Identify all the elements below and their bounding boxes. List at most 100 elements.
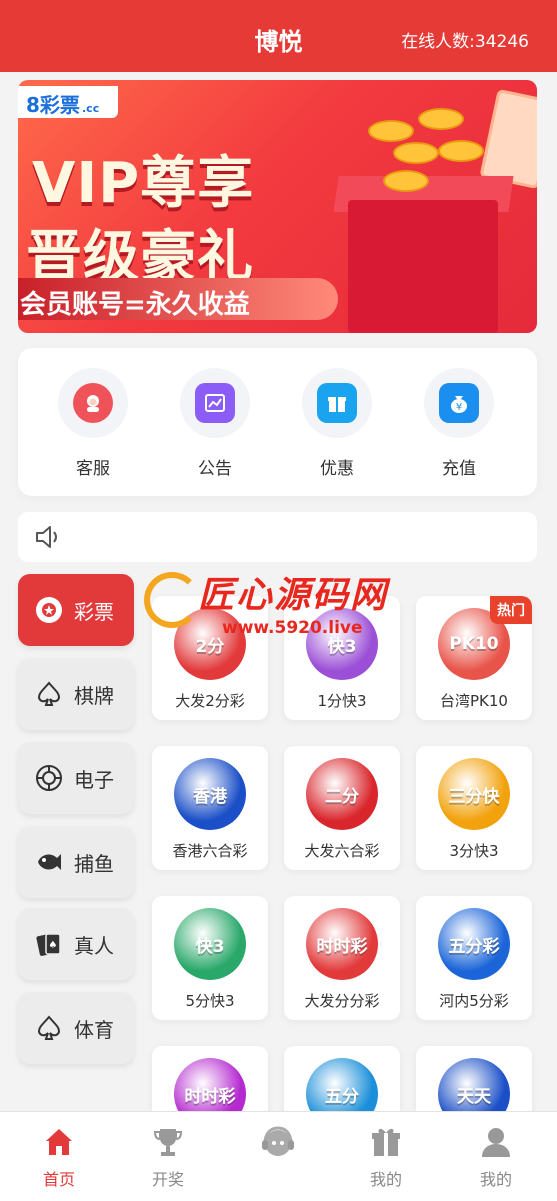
game-thumbnail-text: 三分快 (448, 786, 500, 807)
tab-service[interactable] (223, 1122, 333, 1166)
game-thumbnail-text: PK10 (449, 634, 499, 654)
watermark: 匠心源码网 www.5920.live (140, 566, 430, 654)
headset-icon (262, 1126, 294, 1156)
icon-ring (58, 368, 128, 438)
game-thumbnail: 三分快 (438, 758, 510, 830)
watermark-logo (144, 572, 200, 628)
game-card[interactable]: PK10 台湾PK10 热门 (416, 596, 532, 720)
cards-icon: ♠ (32, 927, 66, 961)
gift-icon (372, 1128, 400, 1156)
game-name: 大发六合彩 (304, 842, 380, 860)
quick-link-announcement[interactable]: 公告 (160, 368, 270, 479)
tab-label: 我的 (369, 1170, 402, 1189)
game-card[interactable]: 五分彩 河内5分彩 (416, 896, 532, 1020)
coin-illustration (368, 120, 414, 142)
game-thumbnail-text: 香港 (193, 786, 227, 807)
quick-link-label: 客服 (76, 459, 110, 479)
user-icon (482, 1128, 510, 1157)
icon-ring (302, 368, 372, 438)
watermark-text: 匠心源码网 (198, 575, 389, 616)
icon-ring (180, 368, 250, 438)
game-name: 3分快3 (449, 842, 499, 860)
banner-subtitle: 会员账号=永久收益 (20, 290, 250, 320)
game-name: 香港六合彩 (172, 842, 248, 860)
sidebar-item-electronic[interactable]: 电子 (18, 742, 134, 814)
gift-icon (317, 383, 357, 423)
sidebar-label: 棋牌 (74, 683, 114, 708)
game-thumbnail-text: 快3 (195, 936, 225, 957)
game-name: 台湾PK10 (440, 692, 508, 710)
tab-home[interactable]: 首页 (4, 1122, 114, 1190)
home-icon (46, 1129, 72, 1155)
sidebar-item-lottery[interactable]: 彩票 (18, 574, 134, 646)
game-thumbnail-text: 五分 (325, 1086, 359, 1107)
tab-lottery-results[interactable]: 开奖 (113, 1122, 223, 1190)
game-name: 大发分分彩 (304, 992, 380, 1010)
tab-rewards[interactable]: 我的 (331, 1122, 441, 1190)
game-thumbnail: 快3 (174, 908, 246, 980)
sidebar-label: 电子 (74, 767, 114, 792)
banner-title-line1: VIP尊享 (32, 151, 255, 216)
trophy-icon (153, 1129, 183, 1156)
coin-illustration (393, 142, 439, 164)
quick-link-label: 优惠 (320, 459, 354, 479)
sidebar-label: 捕鱼 (74, 851, 114, 876)
coin-illustration (438, 140, 484, 162)
quick-link-customer-service[interactable]: 客服 (38, 368, 148, 479)
brand-logo: 8彩票 .cc (18, 86, 118, 118)
coin-illustration (418, 108, 464, 130)
tab-label: 首页 (42, 1170, 75, 1189)
quick-link-label: 充值 (442, 459, 476, 479)
tab-label: 我的 (479, 1170, 512, 1189)
logo-sub: .cc (82, 102, 100, 115)
game-card[interactable]: 快3 5分快3 (152, 896, 268, 1020)
fish-icon (32, 845, 66, 879)
quick-link-label: 公告 (198, 459, 232, 479)
game-name: 大发2分彩 (175, 692, 245, 710)
game-card[interactable]: 香港 香港六合彩 (152, 746, 268, 870)
sidebar-item-fishing[interactable]: 捕鱼 (18, 826, 134, 898)
watermark-url: www.5920.live (222, 618, 363, 638)
game-card[interactable]: 二分 大发六合彩 (284, 746, 400, 870)
game-name: 1分快3 (317, 692, 367, 710)
game-card[interactable]: 时时彩 大发分分彩 (284, 896, 400, 1020)
game-thumbnail: 五分彩 (438, 908, 510, 980)
game-thumbnail-text: 时时彩 (184, 1086, 236, 1107)
online-count: 在线人数:34246 (401, 32, 529, 52)
game-thumbnail-text: 五分彩 (448, 936, 500, 957)
icon-ring: ¥ (424, 368, 494, 438)
game-thumbnail-text: 时时彩 (316, 936, 368, 957)
quick-link-promotions[interactable]: 优惠 (282, 368, 392, 479)
game-thumbnail-text: 二分 (325, 786, 359, 807)
logo-text: 8彩票 (26, 93, 80, 117)
sidebar-item-chess[interactable]: 棋牌 (18, 658, 134, 730)
tab-label: 开奖 (151, 1170, 184, 1189)
game-thumbnail-text: 天天 (457, 1086, 491, 1107)
spade-icon (32, 677, 66, 711)
svg-text:¥: ¥ (456, 402, 462, 413)
bottom-tab-bar: 首页 开奖 我的 我的 (0, 1111, 557, 1201)
chip-icon (32, 761, 66, 795)
sidebar-label: 真人 (74, 933, 114, 958)
speaker-icon (36, 526, 57, 548)
sidebar-label: 体育 (74, 1017, 114, 1042)
app-header: 博悦 在线人数:34246 (0, 0, 557, 72)
game-name: 5分快3 (185, 992, 235, 1010)
svg-text:♠: ♠ (49, 940, 58, 951)
sidebar-item-live[interactable]: ♠ 真人 (18, 908, 134, 980)
spade-icon (32, 1011, 66, 1045)
game-thumbnail: 二分 (306, 758, 378, 830)
announcement-icon (195, 383, 235, 423)
quick-links-panel: 客服 公告 优惠 ¥ 充值 (18, 348, 537, 496)
money-bag-icon: ¥ (439, 383, 479, 423)
lottery-icon (32, 593, 66, 627)
ticket-illustration (479, 88, 537, 190)
sidebar-item-sports[interactable]: 体育 (18, 992, 134, 1064)
tab-profile[interactable]: 我的 (441, 1122, 551, 1190)
gift-box-illustration (348, 200, 498, 333)
quick-link-recharge[interactable]: ¥ 充值 (404, 368, 514, 479)
game-card[interactable]: 三分快 3分快3 (416, 746, 532, 870)
promo-banner[interactable]: 8彩票 .cc VIP尊享 晋级豪礼 会员账号=永久收益 (18, 80, 537, 333)
notice-bar[interactable] (18, 512, 537, 562)
game-thumbnail: 香港 (174, 758, 246, 830)
